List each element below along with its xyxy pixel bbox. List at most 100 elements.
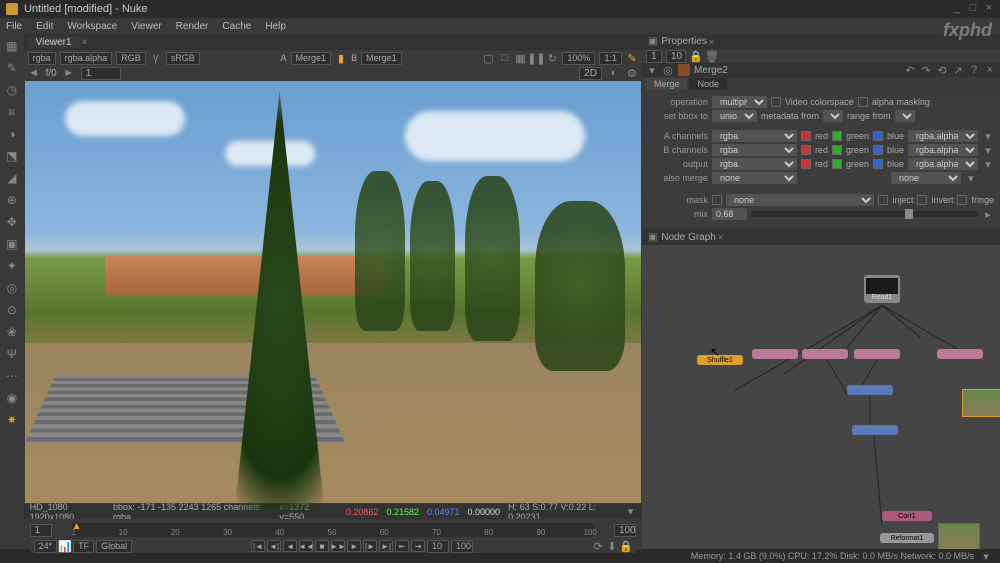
mix-anim-icon[interactable]: ▸ (982, 208, 994, 220)
help-icon[interactable]: ? (968, 64, 980, 76)
layer-dropdown[interactable]: rgba (28, 52, 56, 65)
prev-key-button[interactable]: ◄| (267, 540, 281, 552)
video-cs-checkbox[interactable] (771, 97, 781, 107)
out-point-button[interactable]: ⇥ (411, 540, 425, 552)
clip-icon[interactable]: ▦ (514, 52, 526, 64)
a-channels-dropdown[interactable]: rgba (712, 130, 797, 142)
a-green-checkbox[interactable] (832, 131, 842, 141)
cache-icon[interactable]: ⬇ (606, 540, 618, 552)
float-icon[interactable]: ↗ (952, 64, 964, 76)
thumb-preview1[interactable] (962, 389, 1000, 417)
view-mode-dropdown[interactable]: 2D (579, 67, 602, 80)
b-mask-dropdown[interactable]: rgba.alpha (908, 144, 978, 156)
bbox-dropdown[interactable]: union (712, 110, 757, 122)
prop-count[interactable]: 1 (646, 50, 662, 63)
tab-close-icon[interactable]: × (82, 37, 88, 48)
tool-color-icon[interactable]: ◑ (4, 126, 20, 142)
clear-props-icon[interactable]: 🗑 (706, 50, 718, 62)
range-dropdown[interactable]: B (895, 110, 915, 122)
output-dropdown[interactable]: rgba (712, 158, 797, 170)
prev-frame-icon[interactable]: ◄ (28, 67, 40, 79)
viewer-tab[interactable]: Viewer1 (28, 37, 80, 48)
node-grade4[interactable] (937, 349, 983, 359)
node-merge1[interactable] (847, 385, 893, 395)
goto-start-button[interactable]: |◄ (251, 540, 265, 552)
node-reformat[interactable]: Reformat1 (880, 533, 934, 543)
thumb-preview2[interactable] (938, 523, 980, 549)
goto-end-button[interactable]: ►| (379, 540, 393, 552)
a-blue-checkbox[interactable] (873, 131, 883, 141)
zoom-dropdown[interactable]: 100% (562, 52, 595, 65)
menu-workspace[interactable]: Workspace (67, 21, 117, 32)
menu-file[interactable]: File (6, 21, 22, 32)
node-corr[interactable]: Corr1 (882, 511, 932, 521)
tool-views-icon[interactable]: ⊙ (4, 302, 20, 318)
revert-icon[interactable]: ⟲ (936, 64, 948, 76)
collapse-icon[interactable]: ▾ (646, 64, 658, 76)
b-channels-dropdown[interactable]: rgba (712, 144, 797, 156)
tool-draw-icon[interactable]: ✎ (4, 60, 20, 76)
step-fwd-button[interactable]: ► (347, 540, 361, 552)
output-mask-dropdown[interactable]: rgba.alpha (908, 158, 978, 170)
lut-dropdown[interactable]: sRGB (166, 52, 200, 65)
tab-close-icon[interactable]: × (709, 37, 714, 47)
frame-end-input[interactable]: 100 (451, 540, 473, 553)
menu-viewer[interactable]: Viewer (131, 21, 161, 32)
node-grade1[interactable] (752, 349, 798, 359)
tool-time-icon[interactable]: ◷ (4, 82, 20, 98)
b-blue-checkbox[interactable] (873, 145, 883, 155)
next-key-button[interactable]: |► (363, 540, 377, 552)
tool-other-icon[interactable]: ⋯ (4, 368, 20, 384)
node-grade3[interactable] (854, 349, 900, 359)
o-blue-checkbox[interactable] (873, 159, 883, 169)
tool-3d-icon[interactable]: ▣ (4, 236, 20, 252)
tool-plugins-icon[interactable]: ✷ (4, 412, 20, 428)
stereo-icon[interactable]: ◐ (608, 67, 620, 79)
lock-icon[interactable]: ✎ (626, 52, 638, 64)
menu-edit[interactable]: Edit (36, 21, 53, 32)
channel-dropdown[interactable]: rgba.alpha (60, 52, 113, 65)
tool-image-icon[interactable]: ▦ (4, 38, 20, 54)
tab-merge[interactable]: Merge (646, 78, 688, 90)
also-opts-icon[interactable]: ▾ (965, 172, 977, 184)
minimize-button[interactable]: _ (950, 2, 964, 14)
roi-icon[interactable]: ▢ (482, 52, 494, 64)
out-opts-icon[interactable]: ▾ (982, 158, 994, 170)
a-opts-icon[interactable]: ▾ (982, 130, 994, 142)
node-name[interactable]: Merge2 (694, 65, 900, 76)
invert-checkbox[interactable] (917, 195, 927, 205)
footer-menu-icon[interactable]: ▾ (980, 550, 992, 562)
downrez-dropdown[interactable]: 1:1 (599, 52, 622, 65)
play-back-button[interactable]: ◄◄ (299, 540, 313, 552)
tool-channel-icon[interactable]: ≡ (4, 104, 20, 120)
menu-cache[interactable]: Cache (222, 21, 251, 32)
tool-particles-icon[interactable]: ✦ (4, 258, 20, 274)
undo-icon[interactable]: ↶ (904, 64, 916, 76)
fps-graph-icon[interactable]: 📊 (59, 540, 71, 552)
lock-props-icon[interactable]: 🔒 (690, 50, 702, 62)
inject-checkbox[interactable] (878, 195, 888, 205)
maximize-button[interactable]: □ (966, 2, 980, 14)
refresh-icon[interactable]: ↻ (546, 52, 558, 64)
tool-filter-icon[interactable]: ⬔ (4, 148, 20, 164)
node-grade2[interactable] (802, 349, 848, 359)
loop-icon[interactable]: ⟳ (592, 540, 604, 552)
range-start-input[interactable]: 1 (30, 524, 52, 537)
mask-enable-checkbox[interactable] (712, 195, 722, 205)
lock-timeline-icon[interactable]: 🔒 (620, 540, 632, 552)
o-green-checkbox[interactable] (832, 159, 842, 169)
fps-display[interactable]: 24* (34, 540, 58, 553)
viewer-canvas[interactable] (25, 81, 641, 503)
menu-render[interactable]: Render (176, 21, 209, 32)
node-merge2[interactable] (852, 425, 898, 435)
sync-dropdown[interactable]: TF (73, 540, 94, 553)
colorspace-dropdown[interactable]: RGB (116, 52, 146, 65)
b-opts-icon[interactable]: ▾ (982, 144, 994, 156)
node-read[interactable]: Read1 (864, 275, 900, 303)
b-red-checkbox[interactable] (801, 145, 811, 155)
range-end-input[interactable]: 100 (614, 524, 636, 537)
menu-help[interactable]: Help (265, 21, 286, 32)
also-merge2-dropdown[interactable]: none (891, 172, 961, 184)
settings-icon[interactable]: ⚙ (626, 67, 638, 79)
frame-input[interactable]: 1 (81, 67, 121, 80)
